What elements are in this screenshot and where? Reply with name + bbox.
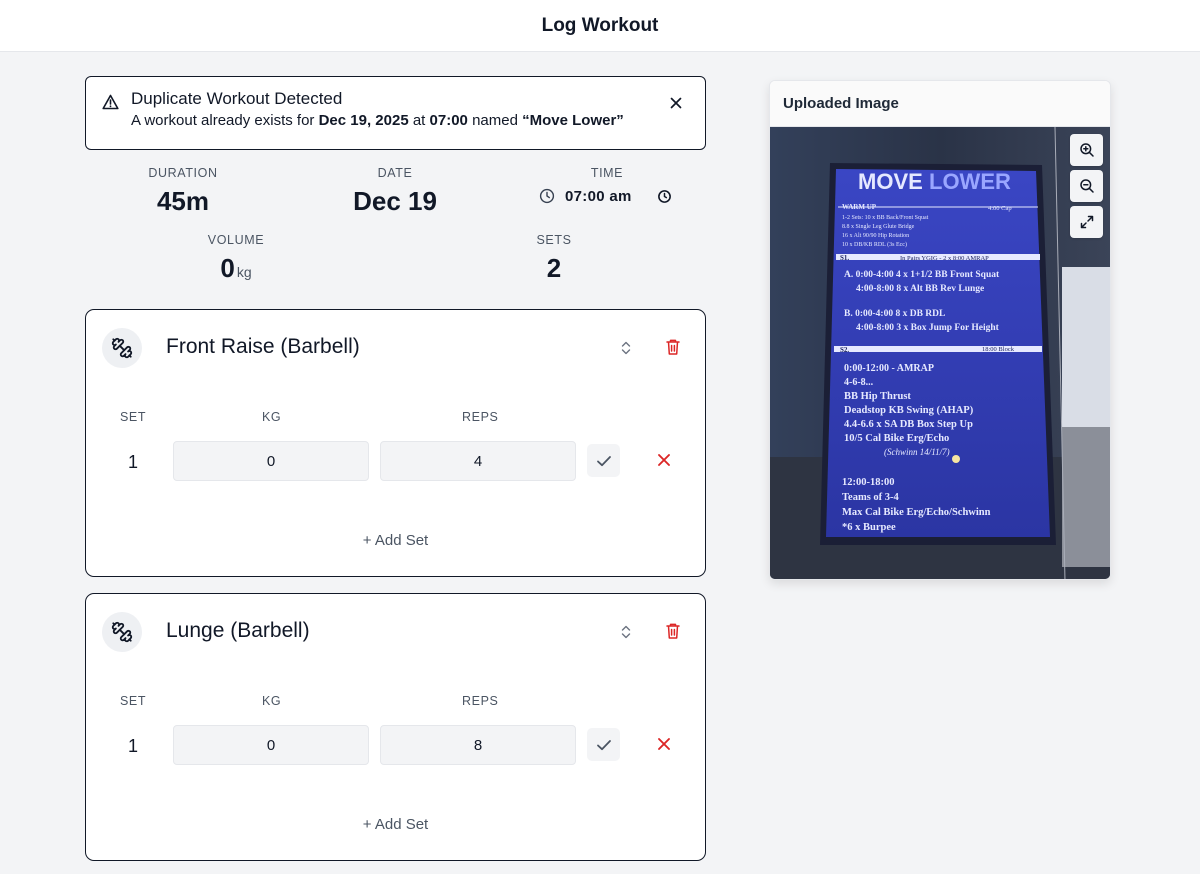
board-s2-line: 10/5 Cal Bike Erg/Echo (844, 433, 950, 444)
date-value[interactable]: Dec 19 (325, 186, 465, 217)
reps-input[interactable]: 8 (380, 725, 576, 765)
board-title-move: MOVE (858, 169, 923, 194)
board-warmup-line: 1-2 Sets: 10 x BB Back/Front Squat (842, 215, 929, 221)
board-s2-line: 4.4-6.6 x SA DB Box Step Up (844, 419, 973, 430)
board-s2: S2. (840, 346, 850, 354)
time-input[interactable]: 07:00 am (534, 183, 676, 209)
expand-button[interactable] (1070, 206, 1103, 238)
complete-set-button[interactable] (587, 444, 620, 477)
kg-input[interactable]: 0 (173, 441, 369, 481)
board-s2-note: 18:00 Block (982, 346, 1014, 353)
reps-column-header: REPS (462, 694, 499, 708)
add-set-button[interactable]: + Add Set (86, 816, 705, 833)
duration-stat: DURATION 45m (123, 166, 243, 217)
set-column-header: SET (120, 694, 147, 708)
clock-icon (539, 188, 555, 204)
top-bar: Log Workout (0, 0, 1200, 52)
clock-picker-icon[interactable] (657, 189, 672, 204)
board-s2-line: Teams of 3-4 (842, 492, 899, 503)
reps-column-header: REPS (462, 410, 499, 424)
board-warmup-line: 8.8 x Single Leg Glute Bridge (842, 224, 915, 230)
check-icon (596, 455, 611, 466)
board-title-lower: LOWER (929, 169, 1011, 194)
board-s2-line: BB Hip Thrust (844, 391, 911, 402)
board-warmup-cap: 4:00 Cap (988, 205, 1012, 212)
dumbbell-icon (111, 621, 133, 643)
board-s2-line: 0:00-12:00 - AMRAP (844, 363, 934, 374)
board-s2-line: *6 x Burpee (842, 522, 896, 533)
trash-icon[interactable] (665, 622, 681, 640)
x-icon[interactable] (657, 453, 671, 467)
set-number: 1 (128, 736, 139, 756)
zoom-in-button[interactable] (1070, 134, 1103, 166)
board-s2-line: Max Cal Bike Erg/Echo/Schwinn (842, 507, 991, 518)
alert-date: Dec 19, 2025 (318, 112, 409, 129)
kg-column-header: KG (262, 694, 282, 708)
alert-description: A workout already exists for Dec 19, 202… (131, 112, 624, 129)
date-label: DATE (377, 166, 413, 180)
kg-column-header: KG (262, 410, 282, 424)
time-label: TIME (590, 166, 624, 180)
board-s1-line: 4:00-8:00 8 x Alt BB Rev Lunge (856, 284, 985, 294)
alert-workout-name: “Move Lower” (522, 112, 624, 129)
duration-value[interactable]: 45m (123, 186, 243, 217)
sets-value: 2 (546, 253, 562, 283)
exercise-icon (102, 328, 142, 368)
duplicate-alert: Duplicate Workout Detected A workout alr… (85, 76, 706, 150)
reps-input[interactable]: 4 (380, 441, 576, 481)
board-s2-line: (Schwinn 14/11/7) (884, 447, 950, 457)
board-warmup-line: 16 x Alt 90/90 Hip Rotation (842, 233, 910, 239)
volume-stat: VOLUME 0 kg (176, 233, 296, 284)
board-s1-note: In Pairs YGIG - 2 x 8:00 AMRAP (900, 255, 989, 262)
uploaded-image-title: Uploaded Image (770, 81, 1110, 127)
exercise-icon (102, 612, 142, 652)
check-icon (596, 739, 611, 750)
time-value: 07:00 am (565, 187, 632, 205)
board-s2-line: 4-6-8... (844, 377, 874, 388)
sort-icon[interactable] (619, 339, 633, 357)
set-number: 1 (128, 452, 139, 472)
board-warmup-line: 10 x DB/KB RDL (3s Ecc) (842, 242, 907, 248)
close-icon[interactable] (669, 96, 683, 110)
uploaded-image-panel: Uploaded Image MOVE LOWER WARM UP 4:00 C… (769, 80, 1111, 580)
sort-icon[interactable] (619, 623, 633, 641)
exercise-name[interactable]: Front Raise (Barbell) (166, 335, 360, 359)
zoom-in-icon (1079, 143, 1094, 157)
exercise-card: Front Raise (Barbell) SET KG REPS 1 0 4 … (85, 309, 706, 577)
uploaded-photo[interactable]: MOVE LOWER WARM UP 4:00 Cap 1-2 Sets: 10… (770, 127, 1110, 579)
zoom-out-icon (1079, 179, 1094, 193)
board-s1-line: A. 0:00-4:00 4 x 1+1/2 BB Front Squat (844, 270, 1000, 280)
volume-label: VOLUME (207, 233, 265, 247)
complete-set-button[interactable] (587, 728, 620, 761)
sets-label: SETS (536, 233, 572, 247)
trash-icon[interactable] (665, 338, 681, 356)
board-s2-line: 12:00-18:00 (842, 477, 895, 488)
time-stat: TIME (547, 166, 667, 180)
x-icon[interactable] (657, 737, 671, 751)
kg-input[interactable]: 0 (173, 725, 369, 765)
dumbbell-icon (111, 337, 133, 359)
exercise-name[interactable]: Lunge (Barbell) (166, 619, 310, 643)
exercise-card: Lunge (Barbell) SET KG REPS 1 0 8 + Add … (85, 593, 706, 861)
warning-icon (102, 94, 119, 110)
board-s1-line: B. 0:00-4:00 8 x DB RDL (844, 309, 946, 319)
board-s2-line: Deadstop KB Swing (AHAP) (844, 405, 974, 416)
duration-label: DURATION (148, 166, 218, 180)
board-warmup: WARM UP (842, 203, 877, 211)
volume-value: 0 (220, 253, 235, 283)
volume-unit: kg (236, 264, 252, 280)
board-s1: S1. (840, 254, 850, 262)
board-s1-line: 4:00-8:00 3 x Box Jump For Height (856, 323, 999, 333)
add-set-button[interactable]: + Add Set (86, 532, 705, 549)
expand-icon (1080, 215, 1093, 229)
page-title: Log Workout (541, 14, 659, 36)
alert-time: 07:00 (429, 112, 468, 129)
set-column-header: SET (120, 410, 147, 424)
sets-stat: SETS 2 (494, 233, 614, 284)
alert-title: Duplicate Workout Detected (131, 89, 343, 108)
zoom-out-button[interactable] (1070, 170, 1103, 202)
date-stat: DATE Dec 19 (325, 166, 465, 217)
